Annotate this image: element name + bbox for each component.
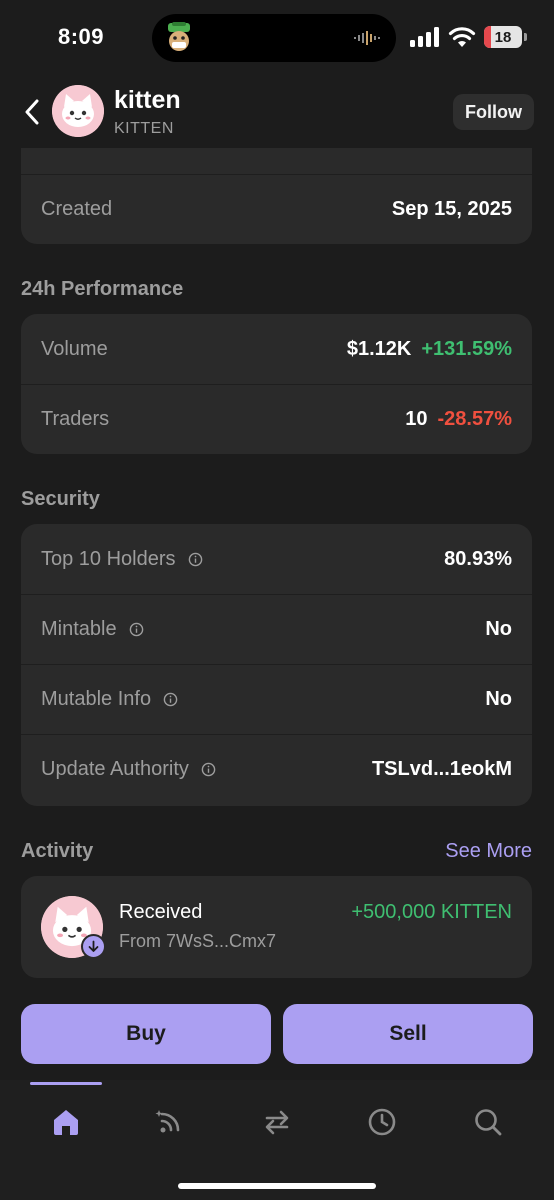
volume-value: $1.12K [346, 337, 412, 360]
security-card: Top 10 Holders 80.93% Mintable No Mutabl… [21, 524, 532, 806]
live-activity-avatar-icon [168, 22, 190, 51]
security-row-mutable-info: Mutable Info No [21, 664, 532, 734]
follow-button[interactable]: Follow [453, 94, 534, 130]
back-button[interactable] [18, 96, 46, 128]
mintable-label: Mintable [41, 618, 117, 640]
token-details-content[interactable]: Created Sep 15, 2025 24h Performance Vol… [0, 148, 554, 1080]
tab-feed[interactable] [150, 1102, 190, 1142]
home-icon [54, 1110, 78, 1135]
created-label: Created [41, 198, 113, 220]
security-row-top-holders: Top 10 Holders 80.93% [21, 524, 532, 594]
info-icon[interactable] [163, 692, 178, 707]
arrow-down-icon [88, 940, 99, 952]
battery-nub [524, 33, 527, 41]
performance-row-volume: Volume $1.12K +131.59% [21, 314, 532, 384]
cellular-signal-icon [410, 27, 439, 47]
tab-search[interactable] [468, 1102, 508, 1142]
performance-card: Volume $1.12K +131.59% Traders 10 -28.57… [21, 314, 532, 454]
home-indicator [178, 1183, 376, 1189]
traders-change: -28.57% [437, 408, 513, 430]
swap-icon [265, 1110, 289, 1135]
kitten-logo-icon [52, 85, 104, 137]
info-card: Created Sep 15, 2025 [21, 148, 532, 244]
mintable-value: No [485, 618, 512, 640]
security-row-mintable: Mintable No [21, 594, 532, 664]
audio-wave-icon [354, 31, 380, 45]
traders-label: Traders [41, 408, 110, 430]
top-holders-label: Top 10 Holders [41, 547, 176, 570]
mutable-info-label: Mutable Info [41, 688, 152, 710]
search-icon [475, 1109, 502, 1136]
security-row-update-authority: Update Authority TSLvd...1eokM [21, 734, 532, 804]
activity-from: From 7WsS...Cmx7 [119, 931, 277, 951]
token-symbol: KITTEN [114, 120, 174, 137]
info-row-created: Created Sep 15, 2025 [21, 174, 532, 244]
top-holders-value: 80.93% [444, 547, 512, 570]
created-value: Sep 15, 2025 [391, 198, 512, 220]
update-authority-label: Update Authority [41, 758, 189, 780]
active-tab-indicator [30, 1082, 102, 1085]
tab-activity[interactable] [362, 1102, 402, 1142]
see-more-link[interactable]: See More [445, 840, 532, 863]
clock-icon [368, 1108, 396, 1136]
performance-title: 24h Performance [21, 278, 184, 300]
status-bar: 8:09 18 [0, 0, 554, 80]
buy-button[interactable]: Buy [21, 1004, 271, 1064]
info-icon[interactable] [188, 552, 203, 567]
status-indicators: 18 [410, 25, 527, 49]
security-title: Security [21, 488, 100, 510]
wifi-icon [448, 27, 476, 47]
volume-label: Volume [41, 337, 108, 360]
volume-change: +131.59% [421, 337, 512, 360]
dynamic-island [152, 14, 396, 62]
token-header: kitten KITTEN Follow [0, 80, 554, 148]
activity-title-text: Received [119, 901, 203, 923]
activity-amount: +500,000 KITTEN [351, 901, 512, 923]
chevron-left-icon [25, 99, 39, 125]
tab-bar [0, 1080, 554, 1200]
performance-row-traders: Traders 10 -28.57% [21, 384, 532, 454]
tab-swap[interactable] [257, 1102, 297, 1142]
update-authority-value[interactable]: TSLvd...1eokM [372, 758, 512, 781]
activity-item[interactable]: Received From 7WsS...Cmx7 +500,000 KITTE… [21, 876, 532, 978]
info-icon[interactable] [129, 622, 144, 637]
status-time: 8:09 [58, 24, 105, 49]
info-row-hidden [21, 148, 532, 174]
mutable-info-value: No [485, 688, 512, 710]
battery-level [484, 26, 491, 48]
battery-indicator: 18 [484, 26, 522, 48]
sell-button[interactable]: Sell [283, 1004, 533, 1064]
battery-percent: 18 [494, 28, 512, 46]
traders-value: 10 [405, 408, 428, 430]
tab-home[interactable] [46, 1102, 86, 1142]
received-badge [81, 934, 106, 959]
feed-icon [155, 1110, 180, 1133]
activity-title: Activity [21, 840, 94, 862]
token-avatar [52, 85, 104, 137]
token-name: kitten [114, 86, 181, 114]
info-icon[interactable] [201, 762, 216, 777]
